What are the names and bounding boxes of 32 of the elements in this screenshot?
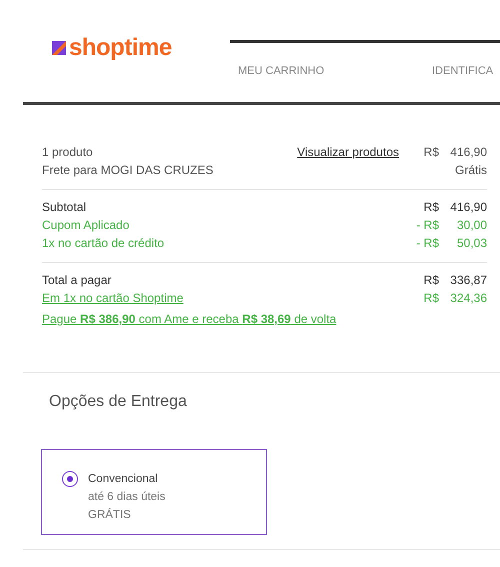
- currency-label: R$: [422, 272, 439, 289]
- currency-label: - R$: [415, 235, 439, 252]
- currency-label: R$: [422, 290, 439, 307]
- amount-value: 336,87: [449, 272, 487, 289]
- view-products-link[interactable]: Visualizar produtos: [297, 143, 399, 161]
- amount-value: 50,03: [456, 235, 487, 252]
- currency-label: R$: [422, 144, 439, 161]
- checkout-step: IDENTIFICA: [432, 65, 494, 102]
- delivery-time: até 6 dias úteis: [88, 490, 166, 505]
- currency-label: R$: [422, 199, 439, 216]
- delivery-option[interactable]: Convencional até 6 dias úteis GRÁTIS: [41, 449, 267, 535]
- radio-button[interactable]: [62, 471, 78, 487]
- currency-label: - R$: [415, 217, 439, 234]
- summary-label: Subtotal: [42, 199, 88, 216]
- summary-label: Total a pagar: [42, 272, 112, 289]
- shoptime-logo[interactable]: shoptime: [52, 36, 202, 60]
- delivery-price: GRÁTIS: [88, 507, 132, 523]
- amount-value: 416,90: [449, 199, 487, 216]
- section-title: Opções de Entrega: [49, 393, 188, 411]
- amount-value: Grátis: [454, 162, 487, 179]
- option-name: Convencional: [88, 472, 159, 487]
- logo-icon: [52, 41, 66, 55]
- summary-label: Cupom Aplicado: [42, 217, 130, 234]
- summary-label: 1 produto: [42, 144, 94, 161]
- amount-value: 30,00: [456, 217, 487, 234]
- checkout-step: MEU CARRINHO: [238, 65, 432, 102]
- amount-value: 324,36: [449, 290, 487, 307]
- summary-label: 1x no cartão de crédito: [42, 235, 166, 252]
- amount-value: 416,90: [449, 144, 487, 161]
- summary-label: Frete para MOGI DAS CRUZES: [42, 162, 214, 179]
- ame-cashback-link[interactable]: Pague R$ 386,90 com Ame e receba R$ 38,69 de volta: [42, 312, 487, 326]
- card-offer-link[interactable]: Em 1x no cartão Shoptime: [42, 289, 399, 307]
